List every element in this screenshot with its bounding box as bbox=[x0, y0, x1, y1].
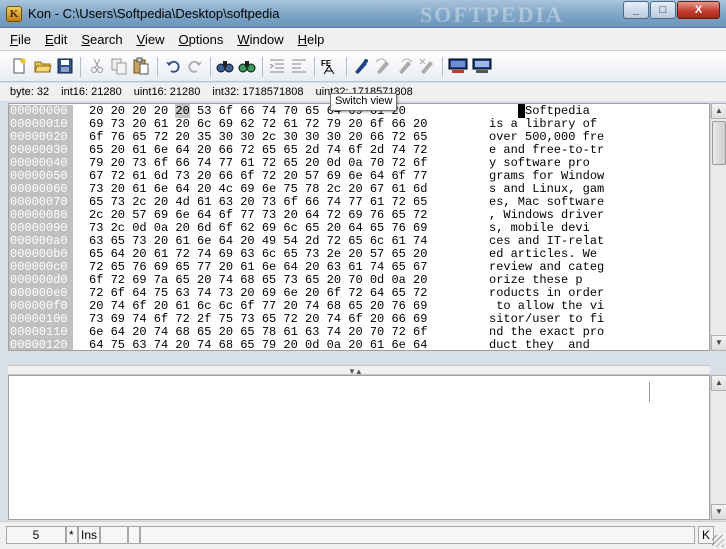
text-scroll-down-button[interactable]: ▼ bbox=[711, 504, 726, 520]
status-bar: 5 * Ins K bbox=[0, 521, 726, 549]
hex-bytes[interactable]: 64 75 63 74 20 74 68 65 79 20 0d 0a 20 6… bbox=[89, 339, 427, 351]
menu-search[interactable]: Search bbox=[81, 32, 122, 47]
title-bar[interactable]: K Kon - C:\Users\Softpedia\Desktop\softp… bbox=[0, 0, 726, 28]
kon-app-icon[interactable]: K bbox=[6, 6, 22, 22]
int32-value: int32: 1718571808 bbox=[212, 86, 304, 98]
bookmark-icon[interactable] bbox=[352, 57, 370, 75]
softpedia-watermark: SOFTPEDIA bbox=[420, 2, 564, 27]
bookmark-prev-icon[interactable] bbox=[396, 57, 414, 75]
redo-icon[interactable] bbox=[186, 57, 204, 75]
open-folder-icon[interactable] bbox=[34, 57, 52, 75]
hex-vertical-scrollbar[interactable]: ▲ ▼ bbox=[710, 103, 726, 351]
text-caret bbox=[649, 382, 650, 402]
paste-icon[interactable] bbox=[132, 57, 150, 75]
menu-bar: File Edit Search View Options Window Hel… bbox=[0, 28, 726, 50]
new-file-icon[interactable] bbox=[10, 57, 28, 75]
undo-icon[interactable] bbox=[164, 57, 182, 75]
menu-help[interactable]: Help bbox=[298, 32, 325, 47]
status-insert-mode: Ins bbox=[78, 526, 100, 544]
close-button[interactable]: X bbox=[677, 1, 720, 19]
indent-icon[interactable] bbox=[268, 57, 286, 75]
byte-value: byte: 32 bbox=[10, 86, 50, 98]
switch-view-text-icon[interactable] bbox=[472, 57, 492, 75]
hex-address: 00000120 bbox=[9, 339, 73, 350]
menu-window[interactable]: Window bbox=[237, 32, 283, 47]
menu-edit[interactable]: Edit bbox=[45, 32, 67, 47]
copy-icon[interactable] bbox=[110, 57, 128, 75]
maximize-button[interactable]: □ bbox=[650, 1, 676, 19]
font-settings-icon[interactable]: FE bbox=[320, 57, 342, 75]
status-cell-empty-2 bbox=[128, 526, 140, 544]
status-cell-empty-1 bbox=[100, 526, 128, 544]
scroll-down-button[interactable]: ▼ bbox=[711, 335, 726, 351]
status-message-area bbox=[140, 526, 695, 544]
window-title: Kon - C:\Users\Softpedia\Desktop\softped… bbox=[28, 6, 280, 21]
scroll-thumb[interactable] bbox=[712, 121, 726, 165]
int16-value: int16: 21280 bbox=[61, 86, 122, 98]
resize-grip-icon[interactable] bbox=[712, 535, 724, 547]
pane-splitter[interactable]: ▼▲ bbox=[8, 365, 710, 376]
uint16-value: uint16: 21280 bbox=[133, 86, 201, 98]
status-modified: * bbox=[66, 526, 78, 544]
bookmark-clear-icon[interactable] bbox=[418, 57, 436, 75]
scroll-up-button[interactable]: ▲ bbox=[711, 103, 726, 119]
hex-view-pane[interactable]: 00000000 20 20 20 20 20 53 6f 66 74 70 65… bbox=[8, 103, 710, 351]
hex-row[interactable]: 00000120 64 75 63 74 20 74 68 65 79 20 0d… bbox=[9, 339, 709, 351]
minimize-button[interactable]: _ bbox=[623, 1, 649, 19]
find-next-icon[interactable] bbox=[238, 57, 256, 75]
switch-view-tooltip: Switch view bbox=[330, 93, 398, 111]
menu-view[interactable]: View bbox=[137, 32, 165, 47]
font-button-label: FE bbox=[321, 59, 332, 68]
switch-view-hex-icon[interactable] bbox=[448, 57, 468, 75]
text-view-pane[interactable] bbox=[8, 375, 710, 520]
hex-ascii[interactable]: duct they and bbox=[489, 339, 590, 351]
status-line-number: 5 bbox=[6, 526, 66, 544]
bookmark-next-icon[interactable] bbox=[374, 57, 392, 75]
menu-file[interactable]: File bbox=[10, 32, 31, 47]
find-icon[interactable] bbox=[216, 57, 234, 75]
menu-options[interactable]: Options bbox=[179, 32, 224, 47]
text-scroll-up-button[interactable]: ▲ bbox=[711, 375, 726, 391]
toolbar: FE bbox=[0, 50, 726, 82]
text-vertical-scrollbar[interactable]: ▲ ▼ bbox=[710, 375, 726, 520]
save-icon[interactable] bbox=[56, 57, 74, 75]
outdent-icon[interactable] bbox=[290, 57, 308, 75]
cut-icon[interactable] bbox=[88, 57, 106, 75]
